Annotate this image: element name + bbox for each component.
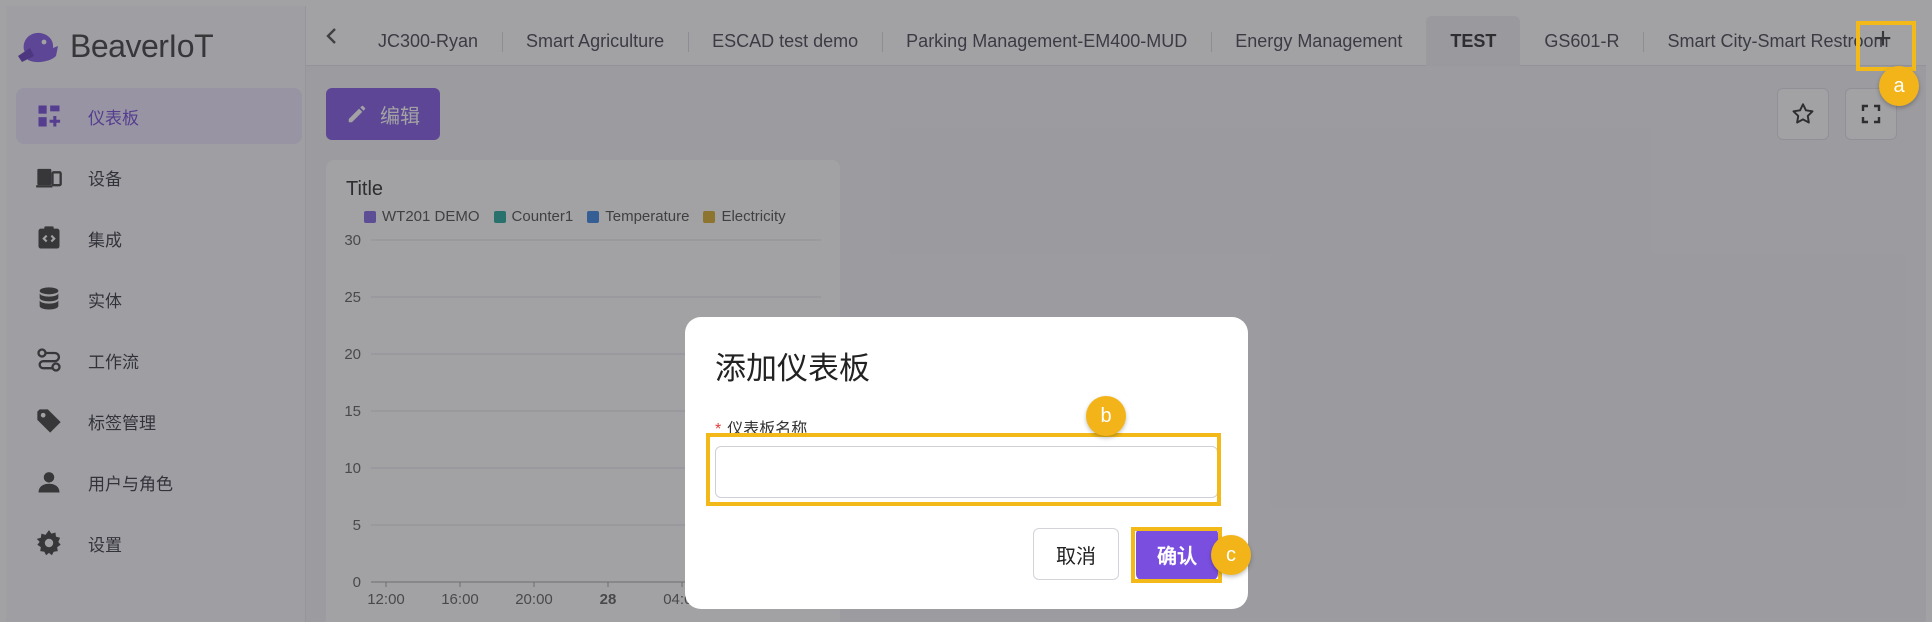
- step-badge-c: c: [1211, 535, 1251, 575]
- dialog-title: 添加仪表板: [715, 351, 870, 386]
- highlight-add-button: [1856, 21, 1916, 71]
- cancel-button[interactable]: 取消: [1033, 528, 1119, 580]
- step-badge-a: a: [1879, 66, 1919, 106]
- app-window: BeaverIoT 仪表板 设备 集成 实体 工作流 标签管理 用户与角色 设置…: [0, 0, 1932, 622]
- step-badge-b: b: [1086, 396, 1126, 436]
- highlight-name-input: [706, 433, 1221, 506]
- highlight-confirm-button: [1131, 527, 1222, 583]
